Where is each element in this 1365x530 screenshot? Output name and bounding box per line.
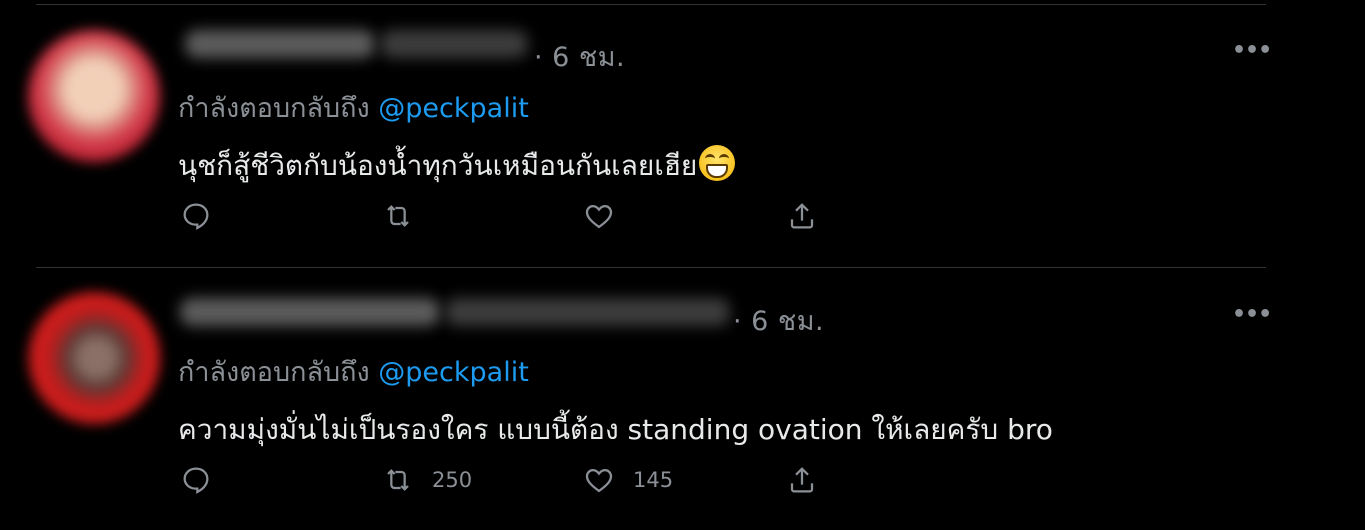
retweet-icon — [387, 469, 409, 491]
reply-button[interactable] — [180, 464, 212, 496]
retweet-button[interactable]: 250 — [382, 464, 472, 496]
heart-icon — [585, 204, 613, 229]
reply-icon — [183, 203, 209, 230]
display-name-blurred[interactable] — [180, 298, 440, 326]
share-button[interactable] — [786, 464, 818, 496]
tweet-reply[interactable]: · 6 ชม. ••• กำลังตอบกลับถึง @peckpalit ค… — [0, 268, 1365, 530]
timestamp[interactable]: · 6 ชม. — [733, 299, 824, 342]
display-name-blurred[interactable] — [185, 30, 375, 58]
retweet-count: 250 — [432, 468, 473, 492]
more-options-icon[interactable]: ••• — [1232, 38, 1272, 63]
reply-button[interactable] — [180, 200, 212, 232]
tweet-text-content: นุชก็สู้ชีวิตกับน้องน้ำทุกวันเหมือนกันเล… — [178, 149, 698, 182]
replying-to: กำลังตอบกลับถึง @peckpalit — [178, 86, 529, 129]
like-button[interactable] — [583, 200, 633, 232]
retweet-button[interactable] — [382, 200, 432, 232]
replying-to: กำลังตอบกลับถึง @peckpalit — [178, 350, 529, 393]
like-button[interactable]: 145 — [583, 464, 673, 496]
replying-prefix: กำลังตอบกลับถึง — [178, 357, 370, 388]
more-options-icon[interactable]: ••• — [1232, 302, 1272, 327]
like-count: 145 — [633, 468, 674, 492]
retweet-icon — [387, 205, 409, 227]
username-blurred[interactable] — [380, 30, 528, 58]
replying-prefix: กำลังตอบกลับถึง — [178, 93, 370, 124]
share-icon — [790, 467, 814, 493]
username-blurred[interactable] — [445, 298, 730, 326]
timestamp[interactable]: · 6 ชม. — [534, 35, 625, 78]
reply-icon — [183, 467, 209, 494]
mention-link[interactable]: @peckpalit — [378, 93, 529, 124]
heart-icon — [585, 468, 613, 493]
tweet-text: นุชก็สู้ชีวิตกับน้องน้ำทุกวันเหมือนกันเล… — [178, 144, 736, 188]
tweet-reply[interactable]: · 6 ชม. ••• กำลังตอบกลับถึง @peckpalit น… — [0, 0, 1365, 262]
grinning-face-icon — [699, 145, 736, 181]
avatar[interactable] — [28, 292, 160, 424]
mention-link[interactable]: @peckpalit — [378, 357, 529, 388]
avatar[interactable] — [28, 30, 160, 162]
share-icon — [790, 203, 814, 229]
share-button[interactable] — [786, 200, 818, 232]
tweet-text: ความมุ่งมั่นไม่เป็นรองใคร แบบนี้ต้อง sta… — [178, 413, 1053, 446]
